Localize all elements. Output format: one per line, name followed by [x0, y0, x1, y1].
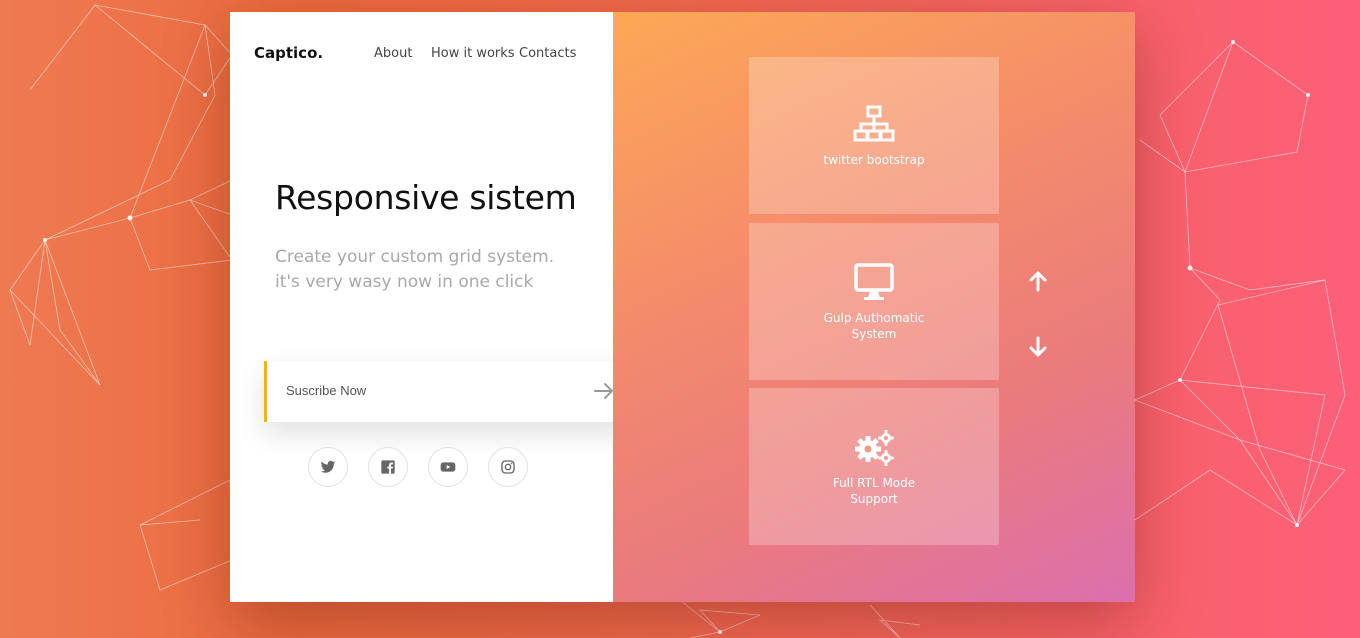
feature-label-gulp: Gulp Authomatic System	[814, 310, 934, 342]
subscribe-button[interactable]: Suscribe Now	[264, 361, 629, 422]
instagram-icon	[501, 460, 515, 474]
feature-card-rtl[interactable]: Full RTL Mode Support	[749, 388, 999, 545]
arrow-right-icon	[594, 383, 613, 399]
feature-label-rtl: Full RTL Mode Support	[814, 475, 934, 507]
feature-card-bootstrap[interactable]: twitter bootstrap	[749, 57, 999, 214]
left-panel: Captico. About How it works Contacts Res…	[230, 12, 629, 602]
instagram-button[interactable]	[488, 447, 528, 487]
hero-subtitle-line-1: Create your custom grid system.	[275, 247, 555, 267]
hero-subtitle-line-2: it's very wasy now in one click	[275, 272, 534, 292]
arrow-down-icon[interactable]	[1026, 335, 1050, 359]
hero-subtitle: Create your custom grid system. it's ver…	[275, 245, 595, 295]
youtube-button[interactable]	[428, 447, 468, 487]
twitter-icon	[320, 460, 336, 473]
sitemap-icon	[853, 105, 895, 141]
youtube-icon	[440, 462, 456, 472]
nav-about-link[interactable]: About	[374, 46, 412, 61]
facebook-icon	[381, 460, 395, 474]
main-card: Captico. About How it works Contacts Res…	[230, 12, 1135, 602]
facebook-button[interactable]	[368, 447, 408, 487]
right-panel: twitter bootstrap Gulp Authomatic System	[613, 12, 1135, 602]
twitter-button[interactable]	[308, 447, 348, 487]
arrow-up-icon[interactable]	[1026, 269, 1050, 293]
hero-title: Responsive sistem	[275, 178, 577, 217]
feature-label-gulp-line-1: Gulp Authomatic	[823, 310, 925, 325]
nav-how-it-works-link[interactable]: How it works	[431, 46, 515, 61]
feature-label-bootstrap-line-1: twitter bootstrap	[823, 152, 925, 167]
feature-label-rtl-line-2: Support	[850, 491, 898, 506]
feature-card-gulp[interactable]: Gulp Authomatic System	[749, 223, 999, 380]
brand-logo[interactable]: Captico.	[254, 44, 323, 62]
gears-icon	[855, 429, 894, 466]
desktop-icon	[854, 262, 894, 300]
nav-contacts-link[interactable]: Contacts	[519, 46, 576, 61]
feature-label-gulp-line-2: System	[851, 326, 897, 341]
subscribe-label: Suscribe Now	[286, 383, 367, 398]
feature-label-rtl-line-1: Full RTL Mode	[832, 475, 916, 490]
feature-label-bootstrap: twitter bootstrap	[814, 152, 934, 168]
